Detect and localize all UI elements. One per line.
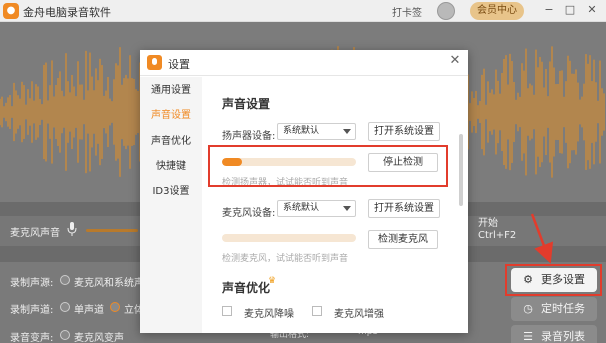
settings-dialog: 设置 ✕ 通用设置 声音设置 声音优化 快捷键 ID3设置 声音设置 扬声器设备…: [140, 50, 468, 333]
noise-reduction-label: 麦克风降噪: [244, 309, 294, 320]
app-title: 金舟电脑录音软件: [23, 6, 111, 19]
nav-general-settings[interactable]: 通用设置: [140, 80, 202, 102]
vip-center-button[interactable]: 会员中心: [470, 2, 524, 20]
mic-device-value: 系统默认: [283, 203, 320, 213]
start-hint-shortcut: Ctrl+F2: [478, 230, 517, 241]
crown-icon: ♛: [268, 276, 277, 286]
settings-nav: 通用设置 声音设置 声音优化 快捷键 ID3设置: [140, 77, 202, 333]
timer-task-label: 定时任务: [541, 302, 585, 315]
chevron-down-icon: [343, 129, 351, 134]
checkin-link[interactable]: 打卡签: [392, 4, 422, 19]
speaker-test-annotation-box: [208, 145, 448, 187]
nav-sound-optimization[interactable]: 声音优化: [140, 131, 202, 153]
mic-device-label: 麦克风设备:: [222, 208, 276, 219]
close-icon[interactable]: ✕: [448, 54, 462, 68]
voice-change-option[interactable]: 麦克风变声: [74, 329, 124, 343]
open-system-settings-button-2[interactable]: 打开系统设置: [368, 199, 440, 218]
title-bar: ● 金舟电脑录音软件 打卡签 会员中心 − □ ✕: [0, 0, 606, 22]
mic-volume-label: 麦克风声音: [10, 228, 60, 239]
recordings-list-button[interactable]: ☰ 录音列表: [511, 325, 597, 343]
mic-test-hint: 检测麦克风，试试能否听到声音: [222, 254, 349, 264]
list-icon: ☰: [523, 330, 533, 343]
sound-settings-heading: 声音设置: [222, 97, 271, 111]
dialog-header: 设置 ✕: [140, 50, 468, 76]
more-settings-annotation-box: [505, 264, 602, 296]
mono-radio[interactable]: [60, 302, 70, 312]
open-system-settings-button[interactable]: 打开系统设置: [368, 122, 440, 141]
stereo-radio[interactable]: [110, 302, 120, 312]
test-mic-button[interactable]: 检测麦克风: [368, 230, 438, 249]
voice-change-radio[interactable]: [60, 330, 70, 340]
sound-optimization-heading: 声音优化: [222, 281, 271, 295]
speaker-device-select[interactable]: 系统默认: [277, 123, 356, 140]
channel-label: 录制声道:: [10, 305, 54, 316]
mic-device-select[interactable]: 系统默认: [277, 200, 356, 217]
maximize-icon[interactable]: □: [563, 3, 577, 17]
voice-change-label: 录音变声:: [10, 333, 54, 343]
source-radio[interactable]: [60, 275, 70, 285]
settings-scrollbar[interactable]: [459, 134, 463, 206]
mic-boost-checkbox[interactable]: [312, 306, 322, 316]
speaker-device-value: 系统默认: [283, 126, 320, 136]
microphone-icon[interactable]: [67, 222, 77, 236]
speaker-device-label: 扬声器设备:: [222, 131, 276, 142]
close-icon[interactable]: ✕: [585, 3, 599, 17]
app-logo-icon: [147, 55, 162, 70]
avatar[interactable]: [437, 2, 455, 20]
app-logo-icon: ●: [3, 3, 19, 19]
start-shortcut-hint: 开始 Ctrl+F2: [478, 218, 516, 242]
mic-boost-label: 麦克风增强: [334, 309, 384, 320]
mono-option[interactable]: 单声道: [74, 301, 104, 316]
start-hint-label: 开始: [478, 218, 498, 229]
dialog-title: 设置: [168, 58, 190, 71]
minimize-icon[interactable]: −: [542, 3, 556, 17]
chevron-down-icon: [343, 206, 351, 211]
recordings-list-label: 录音列表: [541, 330, 585, 343]
nav-hotkeys[interactable]: 快捷键: [140, 156, 202, 178]
source-label: 录制声源:: [10, 278, 54, 289]
timer-task-button[interactable]: ◷ 定时任务: [511, 297, 597, 321]
noise-reduction-checkbox[interactable]: [222, 306, 232, 316]
nav-sound-settings[interactable]: 声音设置: [140, 105, 202, 127]
clock-icon: ◷: [523, 302, 533, 315]
mic-volume-slider[interactable]: [86, 229, 138, 232]
mic-level-bar: [222, 234, 356, 242]
settings-content: 声音设置 扬声器设备: 系统默认 打开系统设置 停止检测 检测扬声器，试试能否听…: [202, 77, 468, 333]
nav-id3-settings[interactable]: ID3设置: [140, 181, 202, 203]
